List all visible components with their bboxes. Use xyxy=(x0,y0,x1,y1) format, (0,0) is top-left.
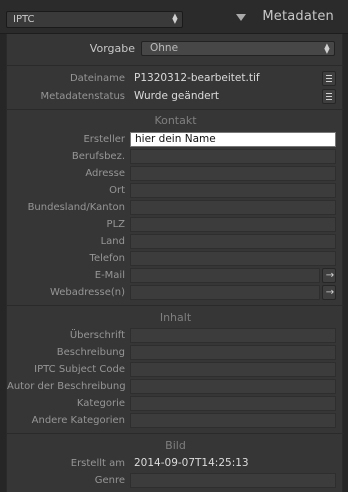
row-bundesland: Bundesland/Kanton xyxy=(7,199,344,216)
field-label: E-Mail xyxy=(94,270,125,281)
updown-arrows-icon: ▲ ▼ xyxy=(324,42,330,55)
beschreibung-input[interactable] xyxy=(130,345,336,360)
vorgabe-select[interactable]: Ohne ▲ ▼ xyxy=(141,41,335,56)
field-label: Webadresse(n) xyxy=(49,287,125,298)
row-ersteller: Ersteller hier dein Name xyxy=(7,131,344,148)
row-metadatenstatus: Metadatenstatus Wurde geändert xyxy=(7,88,344,105)
field-label: Adresse xyxy=(85,168,125,179)
field-label: Beschreibung xyxy=(56,347,125,358)
ersteller-input[interactable]: hier dein Name xyxy=(130,132,336,147)
bundesland-input[interactable] xyxy=(130,200,336,215)
field-label: Andere Kategorien xyxy=(31,415,125,426)
row-plz: PLZ xyxy=(7,216,344,233)
ueberschrift-input[interactable] xyxy=(130,328,336,343)
berufsbez-input[interactable] xyxy=(130,149,336,164)
field-label: Überschrift xyxy=(69,330,125,341)
list-icon[interactable] xyxy=(322,89,336,104)
dateiname-label: Dateiname xyxy=(69,73,125,84)
row-ort: Ort xyxy=(7,182,344,199)
metadata-preset-select[interactable]: IPTC ▲ ▼ xyxy=(6,11,183,28)
row-andere-kategorien: Andere Kategorien xyxy=(7,412,344,429)
dateiname-value[interactable]: P1320312-bearbeitet.tif xyxy=(130,71,320,86)
section-title-inhalt: Inhalt xyxy=(159,311,192,324)
row-subject-code: IPTC Subject Code xyxy=(7,361,344,378)
webadresse-input[interactable] xyxy=(130,285,320,300)
genre-input[interactable] xyxy=(130,473,336,488)
row-genre: Genre xyxy=(7,472,344,489)
section-title-bild: Bild xyxy=(165,439,186,452)
autor-input[interactable] xyxy=(130,379,336,394)
adresse-input[interactable] xyxy=(130,166,336,181)
row-kategorie: Kategorie xyxy=(7,395,344,412)
field-label: Telefon xyxy=(89,253,125,264)
metadatenstatus-label: Metadatenstatus xyxy=(40,91,125,102)
row-adresse: Adresse xyxy=(7,165,344,182)
email-input[interactable] xyxy=(130,268,320,283)
field-label: Erstellt am xyxy=(70,458,125,469)
andere-kategorien-input[interactable] xyxy=(130,413,336,428)
preset-select-value: IPTC xyxy=(13,14,35,25)
row-land: Land xyxy=(7,233,344,250)
row-ueberschrift: Überschrift xyxy=(7,327,344,344)
panel-title[interactable]: Metadaten xyxy=(262,9,334,24)
kategorie-input[interactable] xyxy=(130,396,336,411)
arrow-right-icon[interactable]: → xyxy=(322,285,336,300)
row-dateiname: Dateiname P1320312-bearbeitet.tif xyxy=(7,70,344,87)
panel-header: IPTC ▲ ▼ Metadaten xyxy=(0,0,348,34)
divider xyxy=(7,305,344,306)
telefon-input[interactable] xyxy=(130,251,336,266)
field-label: PLZ xyxy=(106,219,125,230)
plz-input[interactable] xyxy=(130,217,336,232)
list-icon[interactable] xyxy=(322,71,336,86)
row-beschreibung: Beschreibung xyxy=(7,344,344,361)
field-label: Ersteller xyxy=(83,134,125,145)
divider xyxy=(7,65,344,66)
row-autor: Autor der Beschreibung xyxy=(7,378,344,395)
metadata-panel: Vorgabe Ohne ▲ ▼ Dateiname P1320312-bearb… xyxy=(6,34,344,492)
land-input[interactable] xyxy=(130,234,336,249)
section-title-kontakt: Kontakt xyxy=(154,114,197,127)
row-email: E-Mail → xyxy=(7,267,344,284)
field-label: Land xyxy=(100,236,125,247)
row-berufsbez: Berufsbez. xyxy=(7,148,344,165)
field-label: Kategorie xyxy=(76,398,125,409)
field-label: Ort xyxy=(109,185,125,196)
field-label: Berufsbez. xyxy=(71,151,125,162)
row-telefon: Telefon xyxy=(7,250,344,267)
ort-input[interactable] xyxy=(130,183,336,198)
divider xyxy=(7,433,344,434)
collapse-triangle-icon[interactable] xyxy=(236,14,246,21)
vorgabe-label: Vorgabe xyxy=(89,42,135,55)
field-label: Autor der Beschreibung xyxy=(7,381,126,392)
erstellt-am-value[interactable]: 2014-09-07T14:25:13 xyxy=(130,456,336,471)
row-erstellt-am: Erstellt am 2014-09-07T14:25:13 xyxy=(7,455,344,472)
field-label: IPTC Subject Code xyxy=(34,364,125,375)
metadatenstatus-value: Wurde geändert xyxy=(134,90,220,102)
updown-arrows-icon: ▲ ▼ xyxy=(172,12,178,25)
field-label: Bundesland/Kanton xyxy=(27,202,125,213)
divider xyxy=(7,109,344,110)
row-webadresse: Webadresse(n) → xyxy=(7,284,344,301)
arrow-right-icon[interactable]: → xyxy=(322,268,336,283)
field-label: Genre xyxy=(94,475,125,486)
subject-code-input[interactable] xyxy=(130,362,336,377)
vorgabe-select-value: Ohne xyxy=(150,42,179,54)
